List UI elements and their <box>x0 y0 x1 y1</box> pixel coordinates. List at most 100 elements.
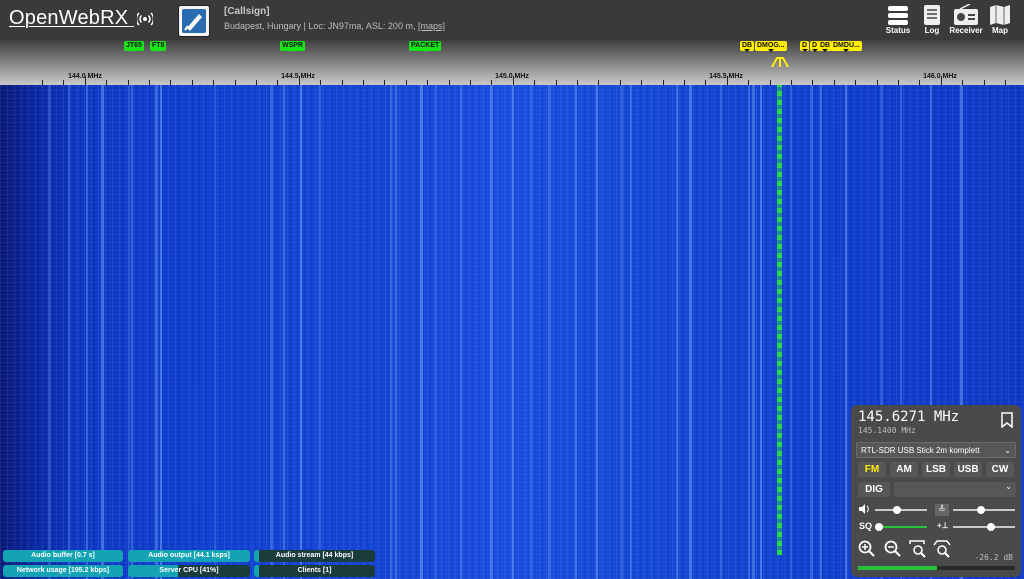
gain-slider-knob[interactable] <box>987 523 995 531</box>
maps-link[interactable]: [maps] <box>418 21 445 31</box>
mode-am-button[interactable]: AM <box>890 462 918 477</box>
openwebrx-logo[interactable]: OpenWebRX <box>9 7 154 30</box>
clients-fill <box>254 565 259 577</box>
frequency-scale[interactable]: JT65 FT8 WSPR PACKET DB DMOG... D D DB D… <box>0 40 1024 85</box>
volume-slider[interactable] <box>875 506 927 514</box>
audio-stream-bar: Audio stream [44 kbps] <box>254 550 375 562</box>
carrier-line <box>689 85 692 579</box>
carrier-line <box>810 85 813 579</box>
bookmark-d-1[interactable]: D <box>800 41 810 52</box>
receiver-location: Budapest, Hungary | Loc: JN97ma, ASL: 20… <box>224 21 418 31</box>
tick-label-144-0: 144.0 MHz <box>68 73 102 80</box>
network-usage-label: Network usage [195.2 kbps] <box>16 567 110 574</box>
agc-icon[interactable]: +⊥ <box>937 521 949 530</box>
squelch-slider-knob[interactable] <box>875 523 883 531</box>
carrier-line <box>435 85 437 579</box>
mode-dig-button[interactable]: DIG <box>858 482 890 497</box>
bookmark-wspr[interactable]: WSPR <box>280 41 305 52</box>
status-button[interactable]: Status <box>880 4 916 38</box>
carrier-line <box>128 85 130 579</box>
network-usage-bar: Network usage [195.2 kbps] <box>3 565 123 577</box>
signal-level-readout: -26.2 dB <box>974 553 1013 562</box>
bookmark-dmog[interactable]: DMOG... <box>755 41 787 52</box>
carrier-line <box>300 85 302 579</box>
tick-label-145-0: 145.0 MHz <box>495 73 529 80</box>
squelch-slider[interactable] <box>875 523 927 531</box>
carrier-line <box>131 85 133 579</box>
server-cpu-label: Server CPU [41%] <box>159 567 219 574</box>
mode-fm-button[interactable]: FM <box>858 462 886 477</box>
tuning-marker-icon[interactable] <box>771 56 789 68</box>
carrier-line <box>760 85 762 579</box>
bookmark-jt65[interactable]: JT65 <box>124 41 144 52</box>
digimode-select[interactable]: ⌄ <box>894 482 1016 497</box>
carrier-line <box>395 85 397 579</box>
receiver-avatar[interactable] <box>178 5 210 37</box>
carrier-line <box>845 85 847 579</box>
mode-usb-button[interactable]: USB <box>954 462 982 477</box>
profile-value: RTL-SDR USB Stick 2m komplett <box>861 446 980 455</box>
carrier-line <box>720 85 722 579</box>
status-icon <box>888 6 908 25</box>
carrier-line <box>48 85 51 579</box>
zoom-in-button[interactable] <box>858 540 876 558</box>
carrier-line <box>752 85 755 579</box>
zoom-to-signal-button[interactable] <box>909 540 927 558</box>
audio-buffer-label: Audio buffer [0.7 s] <box>31 552 95 559</box>
bookmark-dmdu[interactable]: DMDU... <box>831 41 862 52</box>
top-bar: OpenWebRX [Callsign] Budapest, Hungary |… <box>0 0 1024 40</box>
squelch-label: SQ <box>859 521 873 531</box>
bookmark-packet[interactable]: PACKET <box>409 41 442 52</box>
carrier-line <box>160 85 162 579</box>
active-signal-trace <box>777 85 782 555</box>
carrier-line <box>318 85 321 579</box>
clients-bar: Clients [1] <box>254 565 375 577</box>
audio-stream-fill <box>254 550 259 562</box>
volume-slider-knob[interactable] <box>893 506 901 514</box>
carrier-line <box>490 85 493 579</box>
bookmark-db-1[interactable]: DB <box>740 41 755 52</box>
nr-slider[interactable] <box>953 506 1015 514</box>
receiver-panel: 145.6271 MHz 145.1400 MHz RTL-SDR USB St… <box>851 405 1021 577</box>
profile-select[interactable]: RTL-SDR USB Stick 2m komplett ⌄ <box>856 442 1016 458</box>
tick-label-146-0: 146.0 MHz <box>923 73 957 80</box>
clients-label: Clients [1] <box>297 567 332 574</box>
volume-icon[interactable] <box>858 504 870 514</box>
center-frequency: 145.1400 MHz <box>858 426 916 435</box>
bookmark-db-2[interactable]: DB <box>818 41 833 52</box>
gain-slider[interactable] <box>953 523 1015 531</box>
s-meter <box>858 566 1015 570</box>
zoom-out-button[interactable] <box>884 540 902 558</box>
logo-text: OpenWebRX <box>9 7 129 29</box>
carrier-line <box>630 85 632 579</box>
nr-slider-knob[interactable] <box>977 506 985 514</box>
carrier-line <box>460 85 462 579</box>
receiver-title: [Callsign] <box>224 6 270 17</box>
map-button[interactable]: Map <box>982 4 1018 38</box>
carrier-line <box>620 85 623 579</box>
receiver-button[interactable]: Receiver <box>948 4 984 38</box>
chevron-down-icon: ⌄ <box>1004 446 1011 455</box>
carrier-line <box>420 85 423 579</box>
bookmark-ft8[interactable]: FT8 <box>150 41 167 52</box>
carrier-line <box>548 85 551 579</box>
nr-icon[interactable]: ╩ <box>935 504 949 516</box>
server-cpu-bar: Server CPU [41%] <box>128 565 250 577</box>
carrier-line <box>101 85 104 579</box>
receiver-icon <box>954 4 978 25</box>
chevron-down-icon: ⌄ <box>1005 482 1012 491</box>
receiver-label: Receiver <box>949 26 983 35</box>
bookmark-icon[interactable] <box>1001 412 1013 428</box>
zoom-full-button[interactable] <box>933 540 951 558</box>
mode-lsb-button[interactable]: LSB <box>922 462 950 477</box>
zoom-full-icon <box>933 540 951 558</box>
s-meter-fill <box>858 566 937 570</box>
audio-stream-label: Audio stream [44 kbps] <box>275 552 354 559</box>
mode-cw-button[interactable]: CW <box>986 462 1014 477</box>
carrier-line <box>748 85 750 579</box>
carrier-line <box>575 85 577 579</box>
carrier-line <box>283 85 285 579</box>
log-button[interactable]: Log <box>914 4 950 38</box>
tuned-frequency[interactable]: 145.6271 MHz <box>858 409 959 425</box>
map-icon <box>990 5 1010 25</box>
